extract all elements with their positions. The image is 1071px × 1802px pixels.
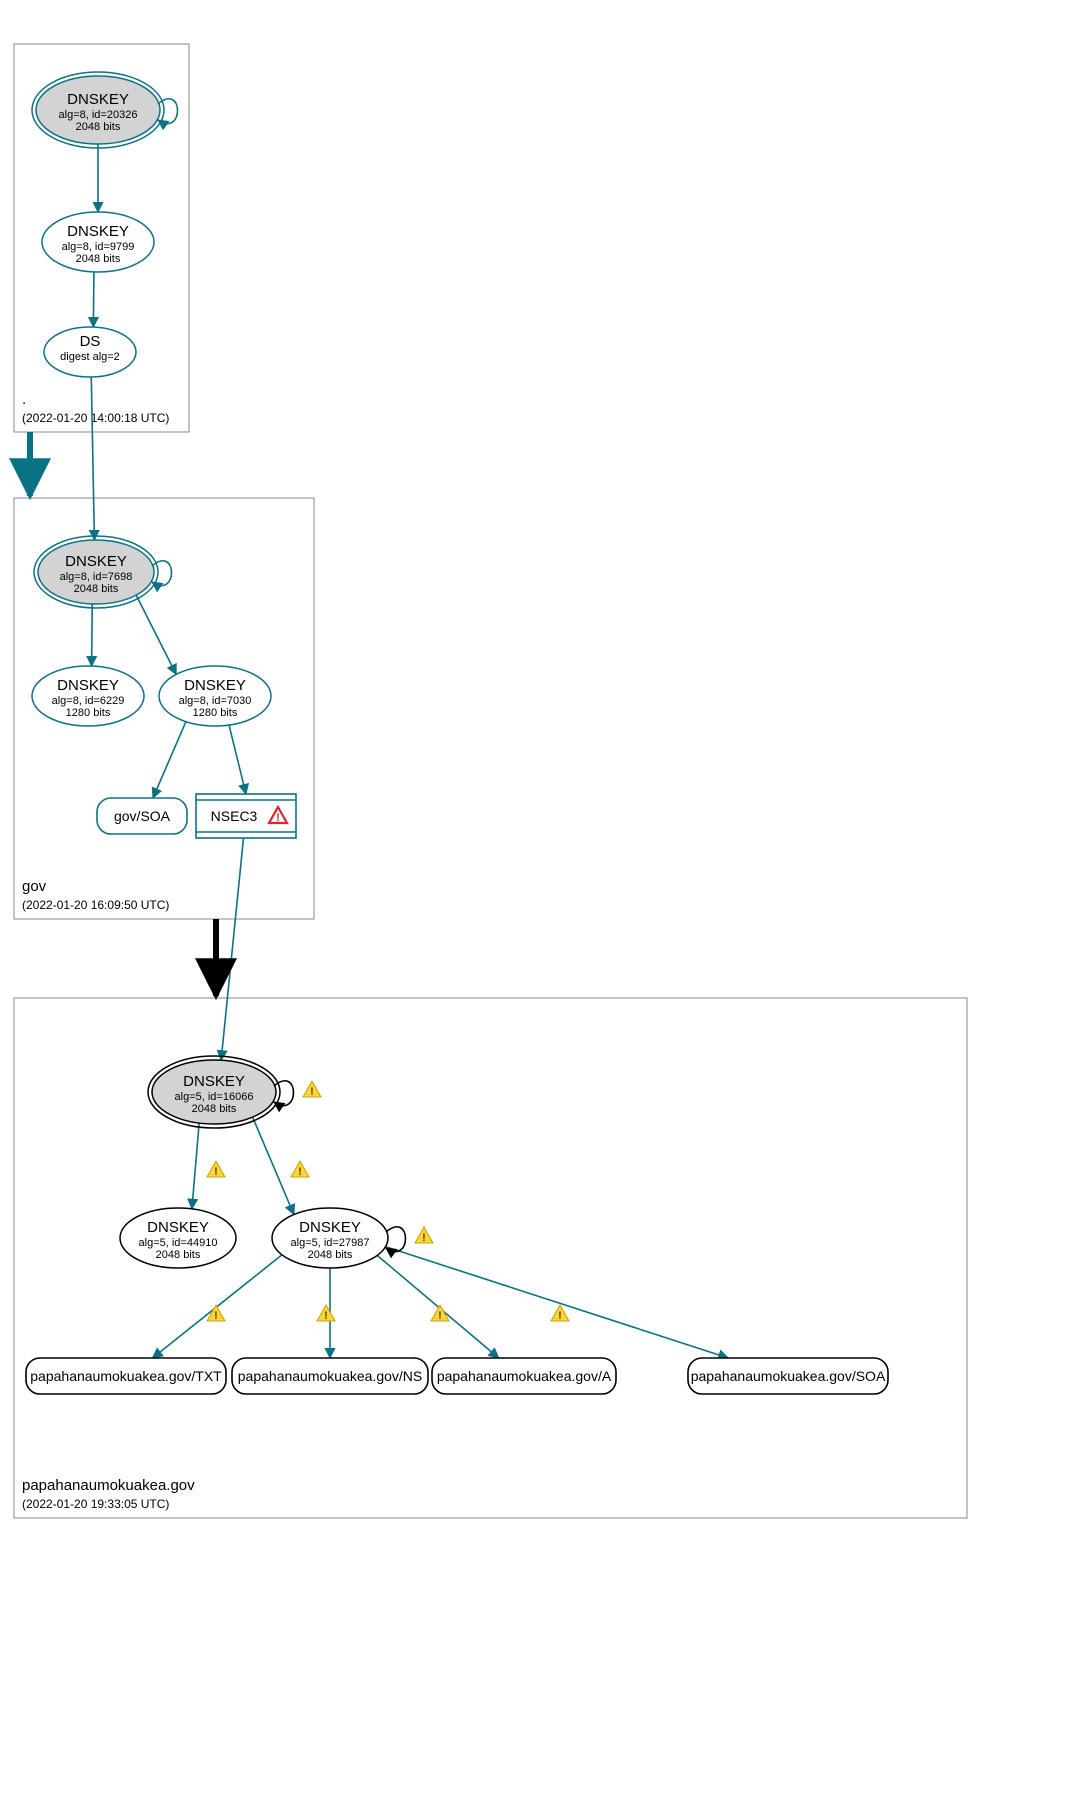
- node-title: NSEC3: [211, 808, 258, 824]
- zone-timestamp: (2022-01-20 19:33:05 UTC): [22, 1497, 169, 1511]
- svg-text:!: !: [422, 1232, 426, 1244]
- svg-text:!: !: [324, 1310, 328, 1322]
- svg-text:!: !: [558, 1310, 562, 1322]
- node-gsoa[interactable]: gov/SOA: [97, 798, 187, 834]
- svg-text:!: !: [438, 1310, 442, 1322]
- node-line2: digest alg=2: [60, 351, 120, 363]
- zone-timestamp: (2022-01-20 14:00:18 UTC): [22, 411, 169, 425]
- edge: [93, 272, 94, 327]
- zone-label: papahanaumokuakea.gov: [22, 1477, 195, 1494]
- node-line3: 2048 bits: [76, 253, 121, 265]
- node-title: DNSKEY: [147, 1219, 209, 1236]
- svg-text:!: !: [276, 812, 280, 824]
- node-line3: 2048 bits: [308, 1249, 353, 1261]
- node-line2: alg=8, id=6229: [52, 695, 125, 707]
- node-title: papahanaumokuakea.gov/TXT: [30, 1368, 222, 1384]
- zone-label: .: [22, 391, 26, 408]
- node-line2: alg=8, id=7698: [60, 571, 133, 583]
- node-line3: 1280 bits: [193, 707, 238, 719]
- node-line3: 2048 bits: [156, 1249, 201, 1261]
- svg-text:!: !: [214, 1310, 218, 1322]
- svg-text:!: !: [298, 1166, 302, 1178]
- svg-text:!: !: [214, 1166, 218, 1178]
- node-line2: alg=8, id=7030: [179, 695, 252, 707]
- node-line3: 2048 bits: [192, 1103, 237, 1115]
- node-gk2[interactable]: DNSKEYalg=8, id=62291280 bits: [32, 666, 144, 726]
- node-title: DNSKEY: [67, 91, 129, 108]
- node-gnsec[interactable]: NSEC3!: [196, 794, 296, 838]
- node-line2: alg=5, id=44910: [139, 1237, 218, 1249]
- node-title: gov/SOA: [114, 808, 171, 824]
- node-la[interactable]: papahanaumokuakea.gov/A: [432, 1358, 616, 1394]
- node-lns[interactable]: papahanaumokuakea.gov/NS: [232, 1358, 428, 1394]
- node-title: DNSKEY: [65, 553, 127, 570]
- node-title: DNSKEY: [299, 1219, 361, 1236]
- node-title: DNSKEY: [184, 677, 246, 694]
- node-title: papahanaumokuakea.gov/SOA: [691, 1368, 886, 1384]
- node-title: papahanaumokuakea.gov/A: [437, 1368, 612, 1384]
- svg-text:!: !: [310, 1086, 314, 1098]
- zone-timestamp: (2022-01-20 16:09:50 UTC): [22, 898, 169, 912]
- node-line2: alg=5, id=16066: [175, 1091, 254, 1103]
- node-lsoa[interactable]: papahanaumokuakea.gov/SOA: [688, 1358, 888, 1394]
- node-title: DNSKEY: [67, 223, 129, 240]
- node-title: DS: [80, 333, 101, 350]
- node-line2: alg=8, id=20326: [59, 109, 138, 121]
- node-title: papahanaumokuakea.gov/NS: [238, 1368, 422, 1384]
- node-title: DNSKEY: [183, 1073, 245, 1090]
- node-rds[interactable]: DSdigest alg=2: [44, 327, 136, 377]
- node-line3: 1280 bits: [66, 707, 111, 719]
- node-title: DNSKEY: [57, 677, 119, 694]
- node-line2: alg=5, id=27987: [291, 1237, 370, 1249]
- node-line2: alg=8, id=9799: [62, 241, 135, 253]
- zone-label: gov: [22, 878, 47, 895]
- edge: [92, 604, 93, 666]
- node-gk3[interactable]: DNSKEYalg=8, id=70301280 bits: [159, 666, 271, 726]
- node-rk2[interactable]: DNSKEYalg=8, id=97992048 bits: [42, 212, 154, 272]
- node-line3: 2048 bits: [76, 121, 121, 133]
- node-line3: 2048 bits: [74, 583, 119, 595]
- node-lk2[interactable]: DNSKEYalg=5, id=449102048 bits: [120, 1208, 236, 1268]
- node-ltxt[interactable]: papahanaumokuakea.gov/TXT: [26, 1358, 226, 1394]
